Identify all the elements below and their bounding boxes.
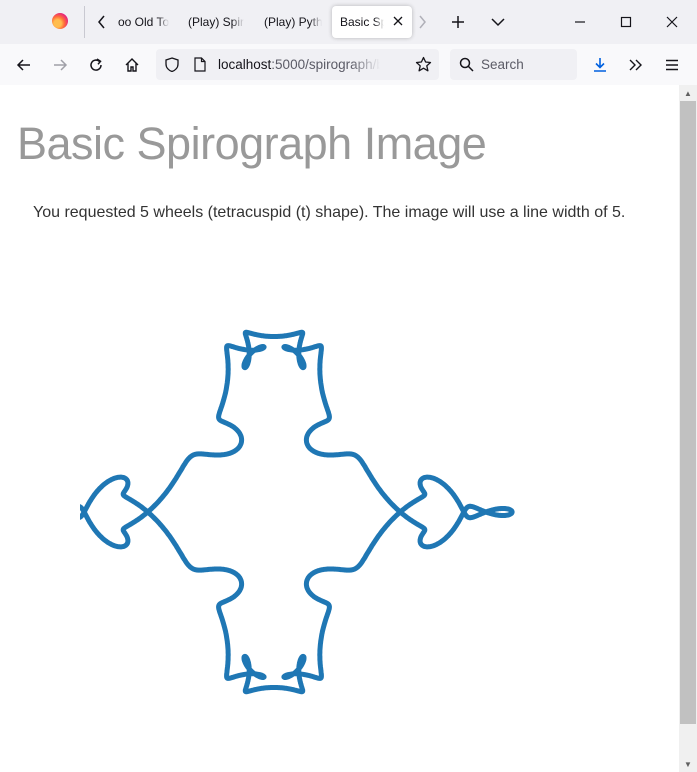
page-icon[interactable] bbox=[194, 57, 206, 72]
search-box[interactable]: Search bbox=[450, 49, 577, 80]
arrow-right-icon bbox=[54, 59, 68, 71]
maximize-button[interactable] bbox=[612, 8, 640, 36]
reload-button[interactable] bbox=[82, 51, 110, 79]
page-content: Basic Spirograph Image You requested 5 w… bbox=[0, 85, 679, 772]
spirograph-image bbox=[80, 329, 515, 695]
back-button[interactable] bbox=[10, 51, 38, 79]
url-path: :5000/spirograph/basic bbox=[271, 57, 380, 72]
tab-scroll-left-button[interactable] bbox=[88, 8, 116, 36]
tab-basic-spirograph[interactable]: Basic Spiro bbox=[332, 6, 412, 38]
address-bar[interactable]: localhost:5000/spirograph/basic bbox=[156, 49, 439, 80]
vertical-scrollbar[interactable]: ▲ ▼ bbox=[679, 85, 697, 772]
firefox-logo-icon[interactable] bbox=[52, 13, 68, 29]
tab-old-to[interactable]: oo Old To bbox=[118, 6, 174, 38]
tab-title: (Play) Pyth bbox=[264, 15, 322, 29]
list-all-tabs-button[interactable] bbox=[484, 8, 512, 36]
shield-icon[interactable] bbox=[165, 57, 179, 72]
scroll-up-arrow[interactable]: ▲ bbox=[679, 85, 697, 101]
home-icon bbox=[125, 58, 139, 72]
chevron-left-icon bbox=[98, 15, 105, 29]
tab-play-spiro[interactable]: (Play) Spir bbox=[188, 6, 246, 38]
menu-button[interactable] bbox=[658, 51, 686, 79]
minimize-icon bbox=[575, 21, 585, 23]
maximize-icon bbox=[620, 16, 632, 28]
scroll-down-arrow[interactable]: ▼ bbox=[679, 756, 697, 772]
tab-separator bbox=[84, 6, 85, 38]
spirograph-curve bbox=[80, 329, 515, 695]
close-icon bbox=[666, 16, 678, 28]
tab-scroll-right-button[interactable] bbox=[408, 8, 436, 36]
chevron-down-icon bbox=[491, 18, 505, 27]
scrollbar-thumb[interactable] bbox=[680, 101, 696, 724]
search-icon bbox=[459, 57, 474, 72]
tab-play-python[interactable]: (Play) Pyth bbox=[264, 6, 322, 38]
minimize-button[interactable] bbox=[566, 8, 594, 36]
navigation-toolbar: localhost:5000/spirograph/basic Search bbox=[0, 44, 697, 86]
tab-title: (Play) Spir bbox=[188, 15, 245, 29]
url-text[interactable]: localhost:5000/spirograph/basic bbox=[218, 57, 380, 72]
new-tab-button[interactable] bbox=[444, 8, 472, 36]
plus-icon bbox=[452, 16, 464, 28]
arrow-left-icon bbox=[16, 59, 30, 71]
double-chevron-right-icon bbox=[629, 59, 642, 71]
star-icon[interactable] bbox=[415, 56, 432, 73]
download-icon bbox=[594, 58, 606, 72]
tab-title: oo Old To bbox=[118, 15, 170, 29]
close-window-button[interactable] bbox=[658, 8, 686, 36]
tab-title: Basic Spiro bbox=[340, 15, 384, 29]
page-description: You requested 5 wheels (tetracuspid (t) … bbox=[33, 204, 626, 221]
overflow-button[interactable] bbox=[622, 51, 650, 79]
close-icon bbox=[393, 16, 403, 26]
chevron-right-icon bbox=[419, 15, 426, 29]
reload-icon bbox=[90, 58, 102, 71]
hamburger-menu-icon bbox=[666, 59, 678, 71]
search-placeholder: Search bbox=[481, 57, 524, 72]
tab-close-button[interactable] bbox=[390, 13, 406, 29]
forward-button[interactable] bbox=[46, 51, 74, 79]
url-host: localhost bbox=[218, 57, 272, 72]
home-button[interactable] bbox=[118, 51, 146, 79]
downloads-button[interactable] bbox=[586, 51, 614, 79]
tab-strip: oo Old To (Play) Spir (Play) Pyth Basic … bbox=[0, 0, 697, 45]
page-title: Basic Spirograph Image bbox=[17, 118, 487, 169]
